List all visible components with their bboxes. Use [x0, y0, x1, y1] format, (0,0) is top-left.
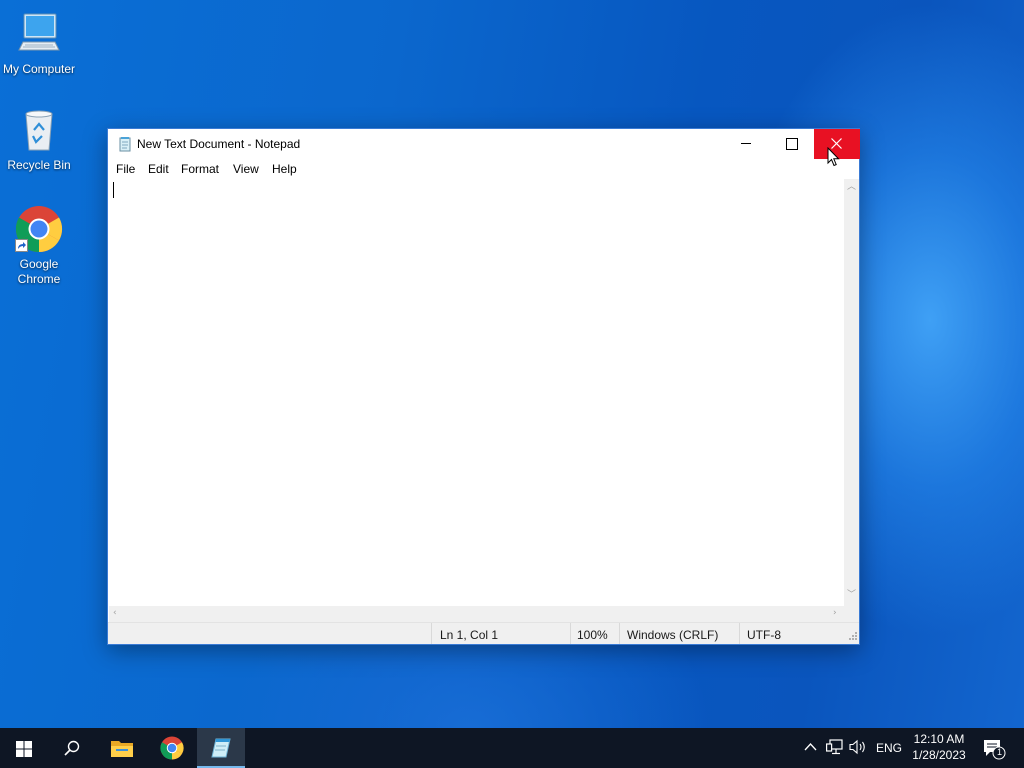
- menu-bar: File Edit Format View Help: [108, 159, 859, 179]
- notepad-icon: [211, 738, 231, 758]
- volume-icon[interactable]: [849, 739, 867, 755]
- start-button[interactable]: [0, 728, 48, 768]
- clock-date: 1/28/2023: [912, 748, 966, 762]
- recycle-bin-icon: [15, 106, 63, 154]
- start-icon: [16, 741, 32, 757]
- menu-view[interactable]: View: [233, 162, 259, 176]
- search-icon: [64, 740, 80, 756]
- scroll-left-icon[interactable]: ‹: [113, 609, 117, 618]
- status-zoom: 100%: [577, 628, 608, 642]
- text-editor-area[interactable]: [109, 179, 844, 606]
- chrome-icon: [160, 736, 184, 760]
- maximize-button[interactable]: [768, 129, 814, 159]
- status-divider: [739, 623, 740, 644]
- desktop-icon-label: Recycle Bin: [7, 158, 71, 172]
- taskbar-file-explorer[interactable]: [98, 728, 146, 768]
- desktop-icon-my-computer[interactable]: My Computer: [0, 10, 78, 77]
- status-encoding: UTF-8: [747, 628, 781, 642]
- minimize-button[interactable]: [723, 129, 769, 159]
- clock-time: 12:10 AM: [913, 732, 965, 746]
- scroll-right-icon[interactable]: ›: [833, 609, 837, 618]
- system-clock[interactable]: 12:10 AM 1/28/2023: [908, 731, 970, 763]
- vertical-scrollbar[interactable]: ︿ ﹀: [844, 179, 859, 606]
- desktop-icon-label: My Computer: [2, 62, 76, 76]
- desktop-icon-recycle-bin[interactable]: Recycle Bin: [0, 106, 78, 173]
- scroll-up-icon[interactable]: ︿: [847, 183, 856, 192]
- status-bar: Ln 1, Col 1 100% Windows (CRLF) UTF-8: [108, 622, 859, 644]
- desktop-icon-label-line: Chrome: [17, 272, 61, 286]
- status-divider: [619, 623, 620, 644]
- search-button[interactable]: [48, 728, 96, 768]
- file-explorer-icon: [111, 741, 133, 757]
- title-bar[interactable]: New Text Document - Notepad: [108, 129, 860, 159]
- notepad-icon: [117, 136, 133, 152]
- scroll-down-icon[interactable]: ﹀: [847, 591, 856, 600]
- resize-grip-icon[interactable]: [848, 631, 858, 641]
- horizontal-scrollbar[interactable]: ‹ ›: [109, 606, 844, 622]
- chrome-icon: [15, 205, 63, 253]
- text-caret: [113, 182, 114, 198]
- mouse-pointer-icon: [827, 147, 840, 167]
- network-icon[interactable]: [826, 739, 844, 755]
- menu-help[interactable]: Help: [272, 162, 297, 176]
- desktop-icon-label: Google Chrome: [0, 257, 78, 287]
- taskbar: ENG 12:10 AM 1/28/2023 1: [0, 728, 1024, 768]
- status-position: Ln 1, Col 1: [440, 628, 499, 642]
- notepad-window: New Text Document - Notepad File Edit Fo…: [107, 128, 860, 645]
- desktop-icon-label-line: Google: [19, 257, 59, 271]
- menu-edit[interactable]: Edit: [148, 162, 169, 176]
- status-divider: [570, 623, 571, 644]
- show-hidden-icons-icon[interactable]: [804, 742, 817, 752]
- computer-icon: [15, 10, 63, 58]
- notification-count-badge: 1: [996, 747, 1002, 757]
- scrollbar-corner: [844, 606, 859, 622]
- desktop-icon-google-chrome[interactable]: Google Chrome: [0, 205, 78, 287]
- window-title: New Text Document - Notepad: [137, 137, 301, 151]
- action-center-button[interactable]: 1: [982, 738, 1006, 760]
- language-indicator[interactable]: ENG: [876, 741, 902, 755]
- taskbar-chrome[interactable]: [148, 728, 196, 768]
- shortcut-arrow-icon: [15, 239, 28, 252]
- taskbar-notepad[interactable]: [197, 728, 245, 768]
- status-divider: [431, 623, 432, 644]
- status-line-ending: Windows (CRLF): [627, 628, 719, 642]
- menu-format[interactable]: Format: [181, 162, 219, 176]
- menu-file[interactable]: File: [116, 162, 135, 176]
